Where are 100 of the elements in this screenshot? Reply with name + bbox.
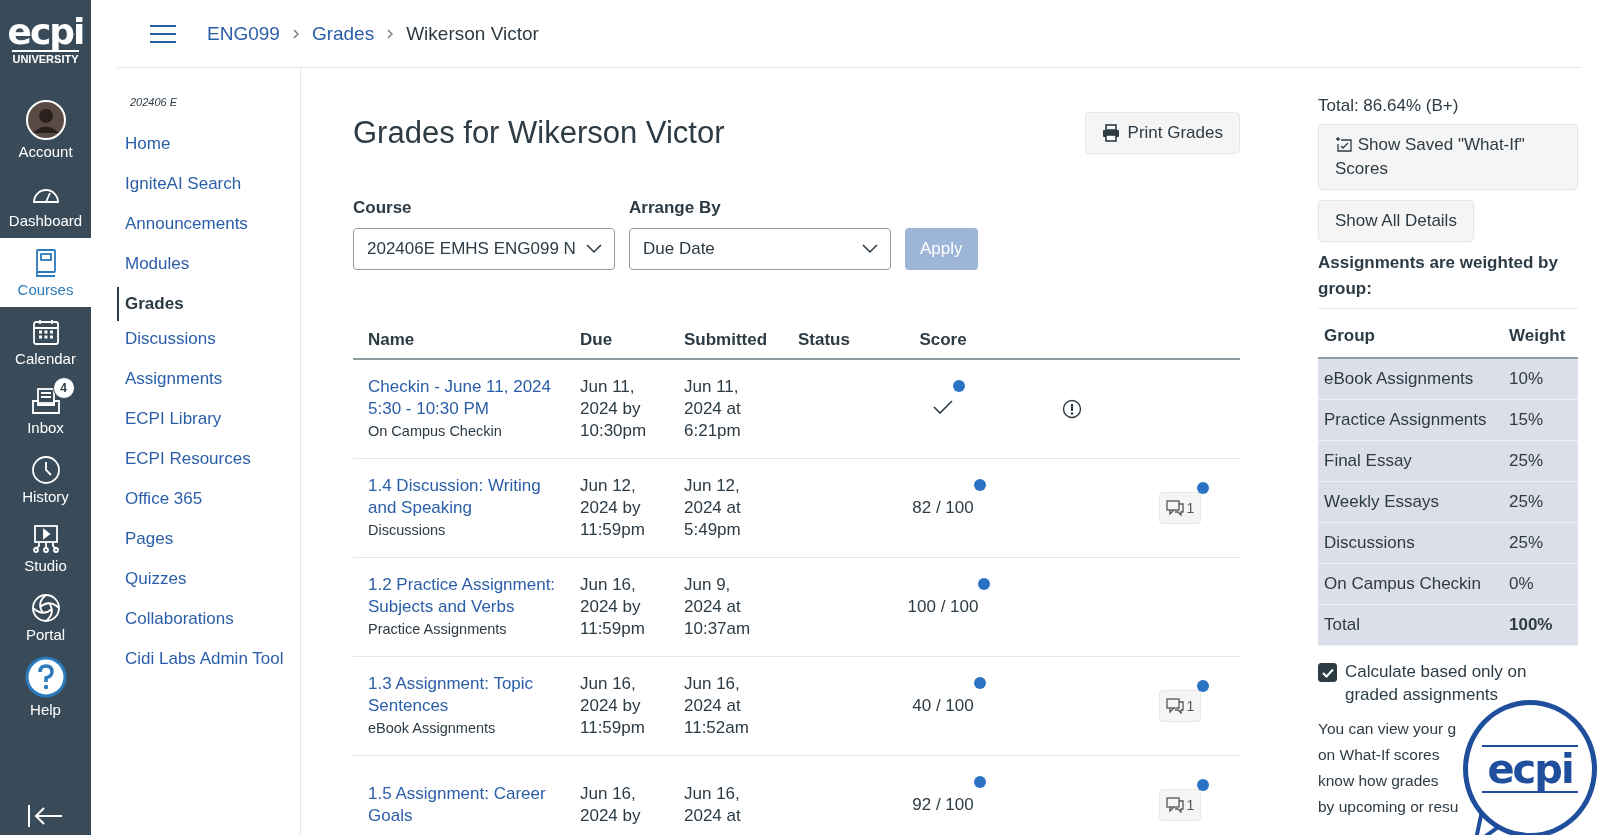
field-label: Arrange By <box>629 198 722 218</box>
course-nav-link[interactable]: Home <box>117 132 300 172</box>
assignment-link[interactable]: 1.3 Assignment: Topic Sentences <box>368 673 566 717</box>
column-header: Group <box>1324 326 1376 346</box>
table-cell-text: 25% <box>1509 492 1545 512</box>
arrange-select[interactable]: Due Date <box>629 228 891 270</box>
clock-icon <box>30 454 61 485</box>
presentation-icon <box>30 523 61 554</box>
menu-icon[interactable] <box>149 23 177 44</box>
submitted-date: Jun 9, 2024 at 10:37am <box>684 574 752 640</box>
assignment-group: On Campus Checkin <box>368 420 566 442</box>
inbox-icon <box>30 386 61 415</box>
avatar-icon <box>25 100 66 140</box>
submitted-date: Jun 12, 2024 at 5:49pm <box>684 475 742 541</box>
global-nav-item[interactable]: Courses <box>0 238 91 307</box>
grade-total: Total: 86.64% (B+) <box>1318 96 1459 116</box>
course-nav-link[interactable]: ECPI Resources <box>117 447 300 487</box>
table-cell-text: 25% <box>1509 533 1545 553</box>
submitted-date: Jun 16, 2024 at <box>684 783 742 827</box>
assignment-link[interactable]: Checkin - June 11, 2024 5:30 - 10:30 PM <box>368 376 566 420</box>
table-cell-text: Discussions <box>1324 533 1416 553</box>
term-label: 202406 E <box>129 96 179 108</box>
unread-count-badge: 4 <box>52 376 75 399</box>
chat-icon <box>1165 797 1184 813</box>
column-header: Name <box>368 330 416 350</box>
show-details-button[interactable]: Show All Details <box>1318 200 1474 242</box>
comments-button[interactable]: 1 <box>1158 492 1202 524</box>
assignment-group: eBook Assignments <box>368 717 566 739</box>
global-nav-item[interactable]: Account <box>0 91 91 169</box>
info-text: know how grades <box>1318 771 1440 791</box>
table-cell-text: Total <box>1324 615 1361 635</box>
table-cell-text: 100% <box>1509 615 1554 635</box>
assignment-group: Practice Assignments <box>368 618 566 640</box>
breadcrumb-link[interactable]: Wikerson Victor <box>406 22 539 45</box>
table-cell-text: 0% <box>1509 574 1535 594</box>
table-cell-text: 15% <box>1509 410 1545 430</box>
table-cell-text: 10% <box>1509 369 1545 389</box>
assignment-link[interactable]: 1.4 Discussion: Writing and Speaking <box>368 475 566 519</box>
chat-icon <box>1165 698 1184 714</box>
breadcrumb-link[interactable]: ENG099 <box>207 22 280 45</box>
global-nav-item[interactable]: Portal <box>0 583 91 652</box>
course-nav-link[interactable]: Quizzes <box>117 567 300 607</box>
calendar-check-icon <box>1335 136 1353 152</box>
checkmark-icon <box>1321 667 1334 678</box>
due-date: Jun 16, 2024 by 11:59pm <box>580 574 646 640</box>
field-label: Course <box>353 198 413 218</box>
due-date: Jun 11, 2024 by 10:30pm <box>580 376 648 442</box>
due-date: Jun 12, 2024 by 11:59pm <box>580 475 646 541</box>
table-cell-text: Final Essay <box>1324 451 1413 471</box>
course-nav-link[interactable]: Grades <box>117 287 300 321</box>
global-nav-item[interactable]: Studio <box>0 514 91 583</box>
table-cell-text: 25% <box>1509 451 1545 471</box>
global-nav-item[interactable]: Help <box>0 652 91 721</box>
global-nav-item[interactable]: Dashboard <box>0 169 91 238</box>
global-nav-item[interactable]: History <box>0 445 91 514</box>
score-value: 82 / 100 <box>912 498 974 517</box>
submitted-date: Jun 11, 2024 at 6:21pm <box>684 376 742 442</box>
page-title: Grades for Wikerson Victor <box>353 115 725 151</box>
chevron-icon <box>291 27 300 40</box>
table-cell-text: On Campus Checkin <box>1324 574 1482 594</box>
course-nav-link[interactable]: Discussions <box>117 327 300 367</box>
table-cell-text: eBook Assignments <box>1324 369 1475 389</box>
spiral-icon <box>30 592 61 623</box>
course-nav-link[interactable]: ECPI Library <box>117 407 300 447</box>
course-nav-link[interactable]: Pages <box>117 527 300 567</box>
course-nav-link[interactable]: Office 365 <box>117 487 300 527</box>
breadcrumb-link[interactable]: Grades <box>311 22 375 45</box>
info-text: on What-If scores <box>1318 745 1441 765</box>
chat-icon <box>1165 500 1184 516</box>
print-button[interactable]: Print Grades <box>1084 112 1240 154</box>
comments-button[interactable]: 1 <box>1158 690 1202 722</box>
column-header: Score <box>918 330 968 350</box>
university-logo[interactable]: ecpi UNIVERSITY <box>0 0 91 91</box>
course-nav-link[interactable]: Announcements <box>117 212 300 252</box>
info-text: by upcoming or resu <box>1318 797 1459 817</box>
course-nav-link[interactable]: Assignments <box>117 367 300 407</box>
column-header: Submitted <box>684 330 769 350</box>
due-date: Jun 16, 2024 by 11:59pm <box>580 673 646 739</box>
column-header: Status <box>798 330 851 350</box>
what-if-button[interactable]: Show Saved "What-If" Scores <box>1318 124 1578 190</box>
printer-icon <box>1101 124 1120 142</box>
assignment-link[interactable]: 1.5 Assignment: Career Goals <box>368 783 566 827</box>
course-select[interactable]: 202406E EMHS ENG099 N <box>353 228 615 270</box>
course-nav-link[interactable]: Collaborations <box>117 607 300 647</box>
assignment-link[interactable]: 1.2 Practice Assignment: Subjects and Verbs <box>368 574 566 618</box>
calendar-icon <box>31 317 60 346</box>
checkbox[interactable] <box>1318 663 1337 682</box>
chat-logo: ecpi <box>1487 749 1573 789</box>
column-header: Due <box>580 330 614 350</box>
collapse-icon[interactable] <box>26 803 64 829</box>
course-nav-link[interactable]: Cidi Labs Admin Tool <box>117 647 300 687</box>
score-value: 40 / 100 <box>912 696 974 715</box>
column-header: Weight <box>1509 326 1567 346</box>
chat-widget[interactable]: ecpi <box>1463 700 1597 835</box>
course-nav-link[interactable]: IgniteAI Search <box>117 172 300 212</box>
comments-button[interactable]: 1 <box>1158 789 1202 821</box>
table-cell-text: Weekly Essays <box>1324 492 1440 512</box>
chevron-icon <box>386 27 395 40</box>
global-nav-item[interactable]: 4 Inbox <box>0 376 91 445</box>
global-nav-item[interactable]: Calendar <box>0 307 91 376</box>
